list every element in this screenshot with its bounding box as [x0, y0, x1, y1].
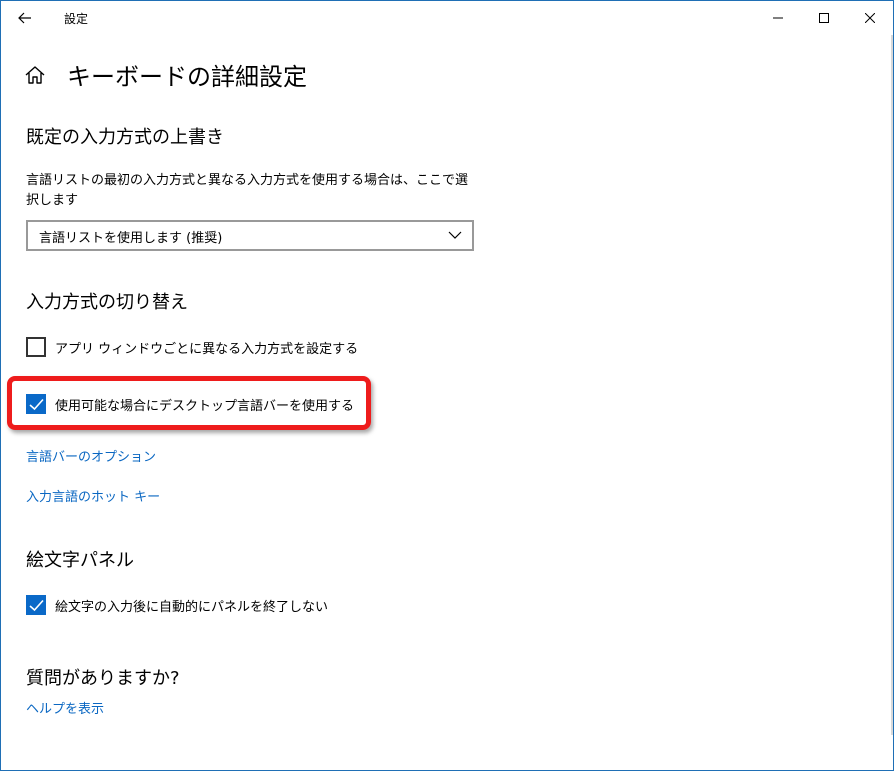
show-help-link[interactable]: ヘルプを表示	[26, 698, 104, 717]
back-button[interactable]	[11, 5, 39, 31]
switch-section-heading: 入力方式の切り替え	[26, 292, 188, 313]
emoji-section-heading: 絵文字パネル	[26, 550, 134, 571]
desktop-language-bar-label: 使用可能な場合にデスクトップ言語バーを使用する	[55, 399, 355, 414]
page-title: キーボードの詳細設定	[67, 63, 307, 91]
checkmark-icon	[29, 599, 44, 612]
desktop-language-bar-checkbox[interactable]	[26, 394, 46, 414]
maximize-icon	[819, 13, 829, 23]
minimize-icon	[773, 17, 783, 19]
emoji-keep-open-checkbox[interactable]	[26, 595, 46, 615]
dropdown-selected-value: 言語リストを使用します (推奨)	[39, 231, 223, 246]
minimize-button[interactable]	[755, 1, 801, 35]
app-title: 設定	[64, 12, 89, 26]
per-app-input-checkbox[interactable]	[26, 337, 46, 357]
override-description: 言語リストの最初の入力方式と異なる入力方式を使用する場合は、ここで選択します	[26, 173, 469, 208]
language-bar-options-link[interactable]: 言語バーのオプション	[26, 446, 156, 465]
close-icon	[865, 13, 875, 23]
input-language-hotkeys-link[interactable]: 入力言語のホット キー	[26, 486, 160, 505]
home-icon[interactable]	[24, 64, 46, 86]
chevron-down-icon	[448, 231, 462, 239]
input-method-dropdown[interactable]: 言語リストを使用します (推奨)	[26, 220, 474, 251]
help-section-heading: 質問がありますか?	[26, 668, 180, 689]
emoji-keep-open-checkbox-row[interactable]: 絵文字の入力後に自動的にパネルを終了しない	[26, 595, 346, 617]
checkmark-icon	[29, 398, 44, 411]
title-bar: 設定	[1, 1, 893, 35]
per-app-input-label: アプリ ウィンドウごとに異なる入力方式を設定する	[55, 342, 359, 357]
override-section-heading: 既定の入力方式の上書き	[26, 127, 224, 148]
per-app-input-checkbox-row[interactable]: アプリ ウィンドウごとに異なる入力方式を設定する	[26, 337, 359, 359]
scrollbar-track[interactable]	[891, 35, 893, 735]
settings-window: 設定 キーボードの詳細設定 既定の入力方式の上書き 言語リストの最初の入力方式と…	[0, 0, 894, 771]
maximize-button[interactable]	[801, 1, 847, 35]
arrow-left-icon	[18, 12, 31, 24]
desktop-language-bar-checkbox-row[interactable]: 使用可能な場合にデスクトップ言語バーを使用する	[26, 394, 356, 416]
close-button[interactable]	[847, 1, 893, 35]
emoji-keep-open-label: 絵文字の入力後に自動的にパネルを終了しない	[55, 600, 329, 615]
